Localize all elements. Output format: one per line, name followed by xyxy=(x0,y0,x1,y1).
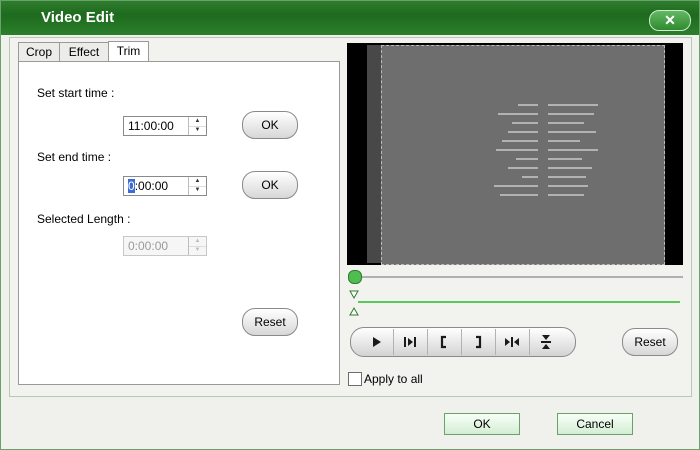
preview-selection-icon xyxy=(404,337,416,347)
start-ok-button[interactable]: OK xyxy=(242,111,298,139)
video-preview xyxy=(347,43,683,265)
set-start-icon xyxy=(440,335,446,349)
close-icon: ✕ xyxy=(664,12,676,28)
start-time-value: 11:00:00 xyxy=(128,119,174,133)
start-time-spinner[interactable]: ▲ ▼ xyxy=(188,117,206,135)
fit-selection-icon xyxy=(505,337,519,347)
seek-handle[interactable] xyxy=(348,270,362,284)
end-time-label: Set end time : xyxy=(37,150,112,164)
set-start-button[interactable] xyxy=(427,329,462,355)
selected-length-label: Selected Length : xyxy=(37,212,131,226)
title-bar[interactable]: Video Edit ✕ xyxy=(1,1,699,35)
frame-edge xyxy=(367,45,381,263)
tab-trim[interactable]: Trim xyxy=(108,41,149,62)
apply-to-all-label[interactable]: Apply to all xyxy=(364,372,423,386)
selected-length-spinner: ▲ ▼ xyxy=(188,237,206,255)
end-time-input[interactable]: 0:00:00 ▲ ▼ xyxy=(123,176,207,196)
fit-selection-button[interactable] xyxy=(495,329,530,355)
trim-start-marker-icon[interactable] xyxy=(349,290,359,300)
tab-crop[interactable]: Crop xyxy=(18,42,60,61)
end-ok-button[interactable]: OK xyxy=(242,171,298,199)
play-icon xyxy=(373,337,381,347)
tab-effect[interactable]: Effect xyxy=(59,42,109,61)
apply-to-all-checkbox[interactable] xyxy=(348,372,362,386)
player-reset-button[interactable]: Reset xyxy=(622,328,678,356)
player-controls xyxy=(350,327,576,357)
preview-selection-button[interactable] xyxy=(393,329,428,355)
spin-down-icon[interactable]: ▼ xyxy=(189,186,206,195)
trim-reset-button[interactable]: Reset xyxy=(242,308,298,336)
credits-text-image xyxy=(482,104,622,204)
spin-down-icon: ▼ xyxy=(194,247,201,253)
set-end-button[interactable] xyxy=(461,329,496,355)
end-time-selected-digit: 0 xyxy=(128,179,135,193)
dialog-title: Video Edit xyxy=(41,9,115,26)
seek-track[interactable] xyxy=(349,276,683,278)
set-end-icon xyxy=(476,335,482,349)
start-time-input[interactable]: 11:00:00 ▲ ▼ xyxy=(123,116,207,136)
play-button[interactable] xyxy=(359,329,394,355)
cancel-button[interactable]: Cancel xyxy=(557,413,633,435)
spin-down-icon[interactable]: ▼ xyxy=(189,126,206,135)
trim-end-marker-icon[interactable] xyxy=(349,306,359,316)
end-time-value: :00:00 xyxy=(134,179,169,193)
selected-length-input: 0:00:00 ▲ ▼ xyxy=(123,236,207,256)
trim-panel: Set start time : 11:00:00 ▲ ▼ OK Set end… xyxy=(18,61,340,385)
ok-button[interactable]: OK xyxy=(444,413,520,435)
selected-length-value: 0:00:00 xyxy=(128,239,169,253)
center-marker-button[interactable] xyxy=(529,329,563,355)
end-time-spinner[interactable]: ▲ ▼ xyxy=(188,177,206,195)
video-frame xyxy=(381,45,665,265)
close-button[interactable]: ✕ xyxy=(649,10,691,31)
start-time-label: Set start time : xyxy=(37,86,115,100)
center-marker-icon xyxy=(541,335,551,349)
trim-range-bar xyxy=(358,301,680,303)
